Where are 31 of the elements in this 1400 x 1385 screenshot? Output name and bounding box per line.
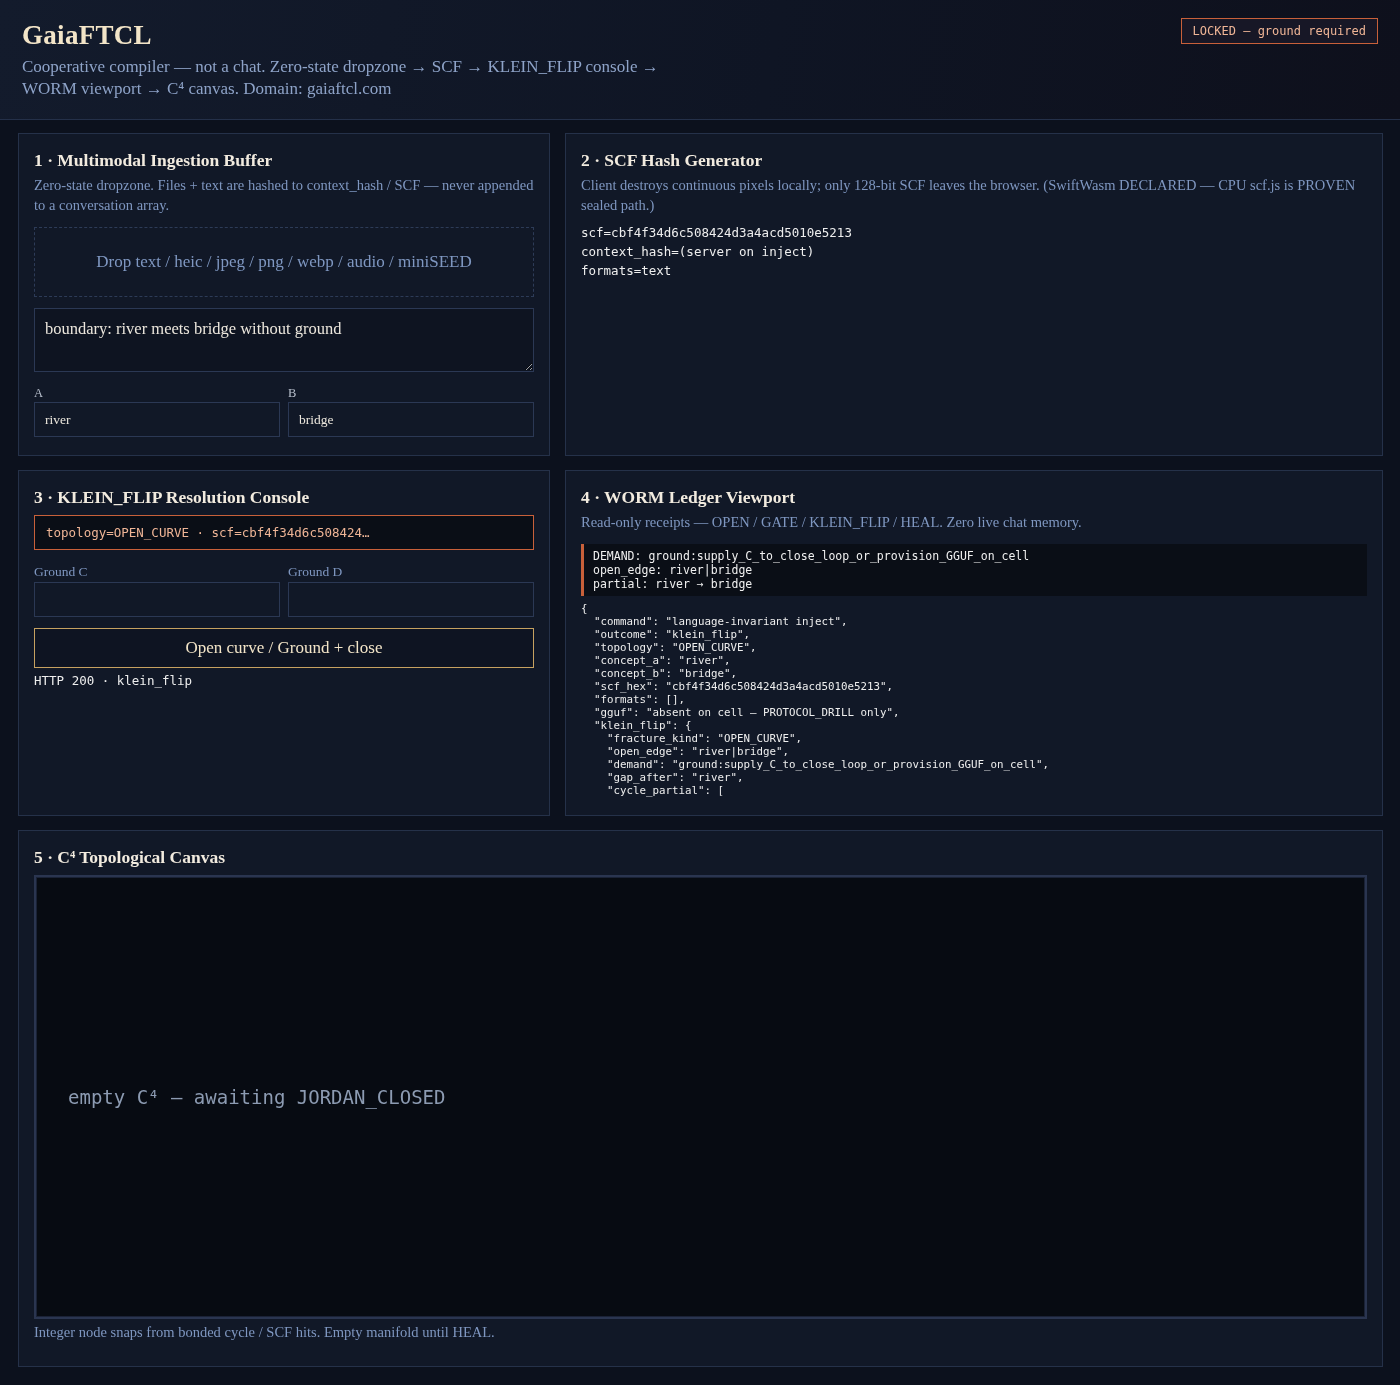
- panel-description: Client destroys continuous pixels locally; only 128-bit SCF leaves the browser. (SwiftWasm DECLARED — CPU scf.js is PROVEN sealed path.): [581, 176, 1357, 215]
- hash-output-line: context_hash=(server on inject): [581, 243, 816, 261]
- panel-title: 2 · SCF Hash Generator: [581, 149, 764, 172]
- concept-input[interactable]: river: [34, 402, 280, 437]
- topology-readout: topology=OPEN_CURVE · scf=cbf4f34d6c508424…: [34, 515, 534, 550]
- file-dropzone[interactable]: Drop text / heic / jpeg / png / webp / audio / miniSEED: [34, 227, 534, 297]
- http-status: HTTP 200 · klein_flip: [34, 672, 194, 690]
- ground-input[interactable]: [288, 582, 534, 617]
- text-input[interactable]: boundary: river meets bridge without ground: [34, 308, 534, 372]
- field-label: A: [34, 385, 45, 401]
- panel-title: 3 · KLEIN_FLIP Resolution Console: [34, 486, 311, 509]
- canvas-caption: Integer node snaps from bonded cycle / SCF hits. Empty manifold until HEAL.: [34, 1323, 496, 1342]
- panel-description: Read-only receipts — OPEN / GATE / KLEIN_FLIP / HEAL. Zero live chat memory.: [581, 513, 1083, 532]
- hash-output-line: formats=text: [581, 262, 673, 280]
- ground-input[interactable]: [34, 582, 280, 617]
- close-curve-button[interactable]: Open curve / Ground + close: [34, 628, 534, 668]
- field-label: B: [288, 385, 298, 401]
- panel-title: 1 · Multimodal Ingestion Buffer: [34, 149, 274, 172]
- demand-block: DEMAND: ground:supply_C_to_close_loop_or_provision_GGUF_on_cell open_edge: river|bridge partial: river → bridge: [581, 544, 1367, 596]
- app-subtitle: Cooperative compiler — not a chat. Zero-state dropzone → SCF → KLEIN_FLIP console → WORM viewport → C⁴ canvas. Domain: gaiaftcl.com: [22, 56, 660, 100]
- receipt-json: { "command": "language-invariant inject", "outcome": "klein_flip", "topology": "OPEN_CURVE", "concept_a": "river", "concept_b": "bridge", "scf_hex": "cbf4f34d6c508424d3a4acd5010e5213", "formats": [], "gguf": "absent on cell — PROTOCOL_DRILL only", "klein_flip": { "fracture_kind": "OPEN_CURVE", "open_edge": "river|bridge", "demand": "ground:supply_C_to_close_loop_or_provision_GGUF_on_cell", "gap_after": "river", "cycle_partial": [: [581, 602, 1051, 797]
- concept-input[interactable]: bridge: [288, 402, 534, 437]
- canvas-message: empty C⁴ — awaiting JORDAN_CLOSED: [68, 1086, 446, 1108]
- field-label: Ground C: [34, 563, 89, 581]
- panel-description: Zero-state dropzone. Files + text are hashed to context_hash / SCF — never appended to a conversation array.: [34, 176, 534, 215]
- status-badge: LOCKED — ground required: [1180, 18, 1378, 44]
- field-label: Ground D: [288, 563, 344, 581]
- app-title: GaiaFTCL: [22, 19, 153, 52]
- panel-title: 4 · WORM Ledger Viewport: [581, 486, 797, 509]
- hash-output-line: scf=cbf4f34d6c508424d3a4acd5010e5213: [581, 224, 853, 242]
- panel-title: 5 · C⁴ Topological Canvas: [34, 846, 226, 869]
